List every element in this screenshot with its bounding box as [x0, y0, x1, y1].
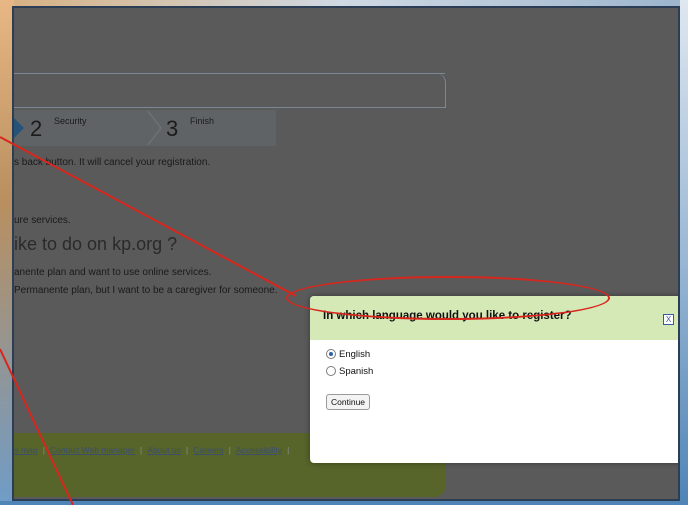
footer-link-careers[interactable]: Careers — [193, 445, 223, 455]
current-step-arrow-icon — [14, 112, 24, 144]
background-bottom — [0, 501, 688, 505]
language-option-spanish[interactable]: Spanish — [326, 366, 373, 377]
step-separator-inner — [146, 110, 160, 146]
language-label: Spanish — [339, 366, 374, 377]
back-button-notice: s back button. It will cancel your regis… — [14, 157, 211, 168]
radio-unselected-icon[interactable] — [326, 366, 336, 377]
browser-viewport: 2 Security 3 Finish s back button. It wi… — [12, 6, 680, 501]
background-right — [680, 0, 688, 505]
step-number: 2 — [30, 116, 43, 141]
footer-link-about[interactable]: About us — [147, 445, 181, 455]
language-dialog: In which language would you like to regi… — [310, 296, 678, 463]
step-label: Finish — [190, 116, 215, 126]
language-label: English — [339, 349, 371, 360]
services-text: ure services. — [14, 215, 71, 226]
footer-links: e map | Contact Web manager | About us | Caree… — [14, 445, 290, 455]
radio-selected-icon[interactable] — [326, 349, 336, 360]
footer-link-site-map[interactable]: e map — [14, 445, 38, 455]
registration-steps: 2 Security 3 Finish — [14, 110, 276, 146]
dimmed-page: 2 Security 3 Finish s back button. It wi… — [14, 8, 678, 499]
step-number: 3 — [166, 116, 179, 141]
option-caregiver[interactable]: Permanente plan, but I want to be a care… — [14, 285, 278, 296]
option-member[interactable]: anente plan and want to use online servi… — [14, 267, 211, 278]
step-label: Security — [54, 116, 87, 126]
step-finish: 3 Finish — [166, 110, 276, 146]
step-security: 2 Security — [30, 110, 150, 146]
question-heading: ike to do on kp.org ? — [14, 234, 178, 254]
continue-button[interactable]: Continue — [326, 394, 371, 410]
footer-link-contact[interactable]: Contact Web manager — [50, 445, 135, 455]
header-panel — [14, 73, 446, 108]
language-option-english[interactable]: English — [326, 349, 370, 360]
annotation-ellipse — [286, 276, 610, 320]
close-icon[interactable]: X — [663, 314, 674, 325]
footer-link-accessibility[interactable]: Accessibility — [236, 445, 282, 455]
